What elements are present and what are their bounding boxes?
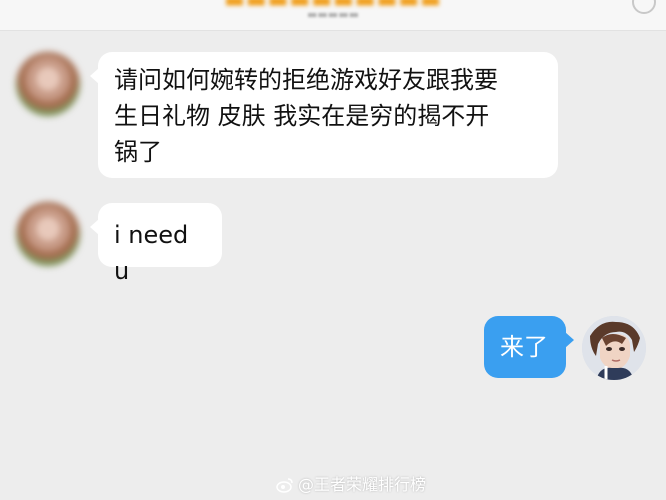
message-text-line: 生日礼物 皮肤 我实在是穷的揭不开 bbox=[114, 102, 490, 130]
message-text: 来了 bbox=[500, 333, 548, 361]
contact-avatar[interactable] bbox=[16, 202, 80, 266]
chat-header: ▬▬▬▬▬▬▬▬▬▬ ▬▬▬▬▬ bbox=[0, 0, 666, 31]
contact-avatar[interactable] bbox=[16, 52, 80, 116]
incoming-message-bubble[interactable]: 请问如何婉转的拒绝游戏好友跟我要 生日礼物 皮肤 我实在是穷的揭不开 锅了 bbox=[90, 52, 558, 178]
watermark-text: @王者荣耀排行榜 bbox=[298, 475, 427, 494]
anime-character-avatar-icon bbox=[582, 316, 646, 380]
incoming-message-bubble[interactable]: i need u bbox=[90, 203, 222, 285]
watermark: @王者荣耀排行榜 bbox=[276, 472, 426, 498]
weibo-logo-icon bbox=[276, 478, 293, 493]
message-text: i need u bbox=[114, 221, 189, 285]
chat-subtitle-blurred: ▬▬▬▬▬ bbox=[307, 8, 359, 21]
message-text-line: 锅了 bbox=[114, 138, 162, 166]
self-avatar[interactable] bbox=[582, 316, 646, 380]
outgoing-message-bubble[interactable]: 来了 bbox=[484, 316, 574, 378]
message-text-line: 请问如何婉转的拒绝游戏好友跟我要 bbox=[114, 66, 498, 94]
